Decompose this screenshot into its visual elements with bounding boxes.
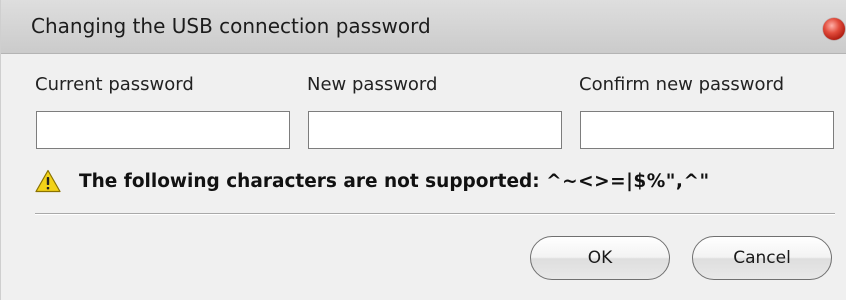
new-password-label: New password	[307, 74, 438, 95]
divider	[35, 213, 835, 215]
warning-message: The following characters are not support…	[35, 168, 710, 194]
unsupported-characters: ^~<>=|$%",^"	[546, 170, 710, 192]
ok-button[interactable]: OK	[530, 236, 670, 280]
cancel-button[interactable]: Cancel	[692, 236, 832, 280]
current-password-input[interactable]	[36, 111, 290, 149]
dialog-title: Changing the USB connection password	[31, 14, 431, 38]
current-password-label: Current password	[35, 74, 194, 95]
warning-text: The following characters are not support…	[79, 171, 710, 192]
warning-label: The following characters are not support…	[79, 170, 547, 192]
password-dialog: Changing the USB connection password Cur…	[0, 0, 846, 300]
new-password-input[interactable]	[308, 111, 562, 149]
title-bar[interactable]: Changing the USB connection password	[1, 0, 846, 54]
confirm-password-input[interactable]	[580, 111, 834, 149]
confirm-password-label: Confirm new password	[579, 74, 785, 95]
warning-icon	[35, 169, 61, 193]
close-icon[interactable]	[823, 18, 845, 40]
